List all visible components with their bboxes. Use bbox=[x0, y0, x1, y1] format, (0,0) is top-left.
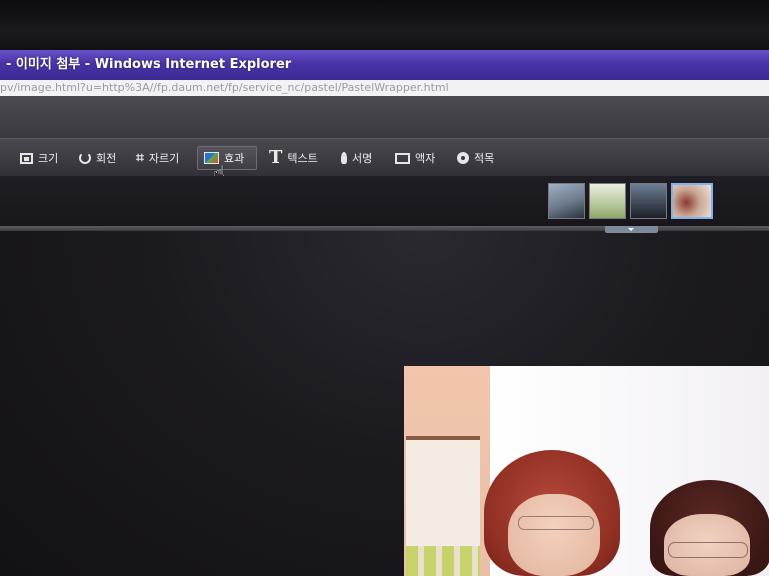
signature-button[interactable]: 서명 bbox=[341, 146, 372, 170]
collapse-strip-handle[interactable] bbox=[605, 226, 658, 233]
effect-button[interactable]: 효과 bbox=[197, 146, 257, 170]
browser-chrome-area bbox=[0, 96, 769, 138]
text-icon: T bbox=[269, 147, 283, 168]
signature-label: 서명 bbox=[352, 152, 373, 165]
red-eye-label: 적목 bbox=[474, 152, 495, 165]
rotate-icon bbox=[79, 152, 91, 164]
frame-button[interactable]: 액자 bbox=[395, 146, 435, 170]
rotate-button[interactable]: 회전 bbox=[79, 146, 116, 170]
crop-label: 자르기 bbox=[148, 152, 180, 165]
window-title: - 이미지 첨부 - Windows Internet Explorer bbox=[6, 57, 292, 72]
rotate-label: 회전 bbox=[96, 152, 117, 165]
resize-icon bbox=[20, 152, 33, 164]
resize-button[interactable]: 크기 bbox=[20, 146, 58, 170]
text-button[interactable]: T 텍스트 bbox=[269, 146, 318, 170]
photo-preview bbox=[404, 366, 769, 576]
photo-person-1-face bbox=[508, 494, 600, 576]
monitor-bezel bbox=[0, 0, 769, 52]
thumbnail-2[interactable] bbox=[589, 183, 626, 219]
window-title-bar: - 이미지 첨부 - Windows Internet Explorer bbox=[0, 50, 769, 80]
photo-person-1-glasses bbox=[518, 516, 594, 530]
editor-toolbar: 크기 회전 ⌗ 자르기 효과 T 텍스트 서명 액자 적목 bbox=[0, 138, 769, 176]
effect-label: 효과 bbox=[224, 152, 245, 165]
frame-icon bbox=[395, 152, 410, 164]
address-bar[interactable]: pv/image.html?u=http%3A//fp.daum.net/fp/… bbox=[0, 80, 769, 96]
signature-icon bbox=[341, 152, 347, 164]
thumbnail-strip bbox=[0, 176, 769, 226]
screen: - 이미지 첨부 - Windows Internet Explorer pv/… bbox=[0, 0, 769, 576]
resize-label: 크기 bbox=[38, 152, 59, 165]
red-eye-icon bbox=[457, 152, 469, 164]
text-label: 텍스트 bbox=[287, 152, 318, 165]
crop-button[interactable]: ⌗ 자르기 bbox=[136, 146, 179, 170]
address-url: pv/image.html?u=http%3A//fp.daum.net/fp/… bbox=[0, 81, 449, 94]
photo-person-2-glasses bbox=[668, 542, 748, 558]
frame-label: 액자 bbox=[415, 152, 436, 165]
red-eye-button[interactable]: 적목 bbox=[457, 146, 494, 170]
thumbnail-4-selected[interactable] bbox=[671, 183, 713, 219]
thumbnail-1[interactable] bbox=[548, 183, 585, 219]
photo-poster bbox=[406, 546, 480, 576]
crop-icon: ⌗ bbox=[136, 150, 144, 166]
thumbnail-3[interactable] bbox=[630, 183, 667, 219]
